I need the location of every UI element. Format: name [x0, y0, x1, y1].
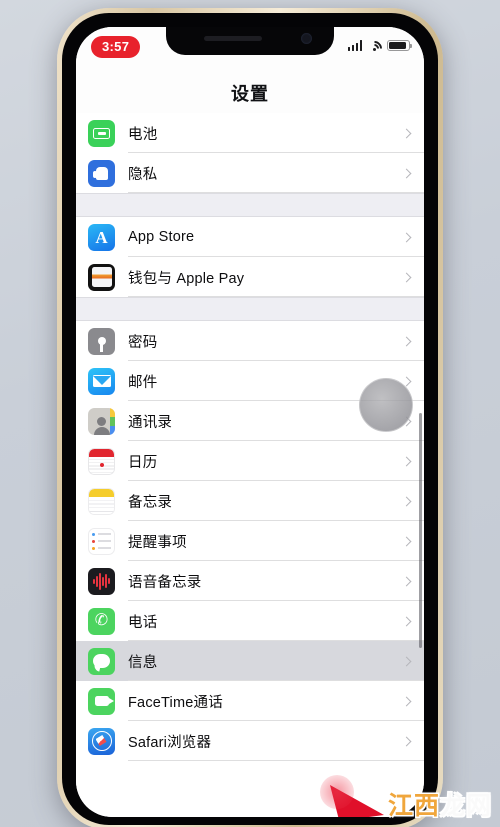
settings-row-label: FaceTime通话 — [128, 694, 223, 711]
safari-app-icon — [88, 727, 115, 755]
reminders-app-icon — [88, 527, 115, 555]
cursor-halo — [320, 775, 354, 809]
navigation-bar: 设置 — [76, 73, 424, 113]
chevron-right-icon — [401, 696, 412, 706]
chevron-right-icon — [401, 576, 412, 586]
passwords-app-icon — [88, 327, 115, 355]
chevron-right-icon — [401, 168, 412, 178]
section-gap — [76, 297, 424, 321]
calendar-app-icon — [88, 447, 115, 475]
cellular-signal-icon — [347, 40, 362, 51]
chevron-right-icon — [401, 496, 412, 506]
settings-row[interactable]: 备忘录 — [76, 481, 424, 521]
settings-row-label: 备忘录 — [128, 494, 173, 511]
watermark: 江西龙网 — [388, 794, 492, 819]
wallet-app-icon — [88, 263, 115, 291]
phone-app-icon: ✆ — [88, 607, 115, 635]
row-separator — [128, 296, 424, 297]
settings-row[interactable]: 提醒事项 — [76, 521, 424, 561]
settings-row[interactable]: ✆ 电话 — [76, 601, 424, 641]
touch-indicator — [359, 378, 413, 432]
chevron-right-icon — [401, 128, 412, 138]
chevron-right-icon — [401, 736, 412, 746]
facetime-app-icon — [88, 687, 115, 715]
page-title: 设置 — [231, 84, 269, 104]
status-bar-time: 3:57 — [91, 36, 141, 58]
settings-group: 电池 隐私 — [76, 113, 424, 193]
settings-row[interactable]: 密码 — [76, 321, 424, 361]
wifi-icon — [363, 37, 386, 60]
section-gap — [76, 193, 424, 217]
settings-row[interactable]: A App Store — [76, 217, 424, 257]
settings-row[interactable]: 钱包与 Apple Pay — [76, 257, 424, 297]
chevron-right-icon — [401, 656, 412, 666]
settings-row[interactable]: 信息 — [76, 641, 424, 681]
front-camera-icon — [301, 33, 312, 44]
notes-app-icon — [88, 487, 115, 515]
settings-row-label: 日历 — [128, 454, 158, 471]
settings-row[interactable]: 日历 — [76, 441, 424, 481]
chevron-right-icon — [401, 456, 412, 466]
status-bar: 3:57 — [76, 27, 424, 73]
row-separator — [128, 760, 424, 761]
messages-app-icon — [88, 647, 115, 675]
chevron-right-icon — [401, 616, 412, 626]
voice-memos-app-icon — [88, 567, 115, 595]
chevron-right-icon — [401, 232, 412, 242]
settings-row-label: 语音备忘录 — [128, 574, 202, 591]
settings-row-label: 邮件 — [128, 374, 158, 391]
settings-row-label: 密码 — [128, 334, 158, 351]
settings-row[interactable]: 电池 — [76, 113, 424, 153]
settings-row[interactable]: 语音备忘录 — [76, 561, 424, 601]
settings-row-label: 信息 — [128, 654, 158, 671]
settings-row[interactable]: FaceTime通话 — [76, 681, 424, 721]
watermark-text-primary: 江西 — [387, 792, 440, 820]
settings-row-label: 提醒事项 — [128, 534, 187, 551]
scrollbar-thumb[interactable] — [419, 413, 422, 648]
row-separator — [128, 192, 424, 193]
battery-icon — [387, 40, 413, 51]
settings-row[interactable]: Safari浏览器 — [76, 721, 424, 761]
chevron-right-icon — [401, 272, 412, 282]
phone-bezel: 3:57 设置 电池 隐私 A App Store 钱包与 Apple Pay 密码 邮件通… — [62, 13, 438, 825]
earpiece-speaker-icon — [204, 36, 262, 41]
settings-row[interactable]: 隐私 — [76, 153, 424, 193]
settings-row-label: 隐私 — [128, 166, 158, 183]
settings-row-label: App Store — [128, 229, 195, 245]
notch — [166, 27, 334, 55]
settings-row-label: 电话 — [128, 614, 158, 631]
mail-app-icon — [88, 367, 115, 395]
status-bar-indicators — [347, 37, 413, 60]
watermark-text-secondary: 龙网 — [439, 792, 492, 820]
contacts-app-icon — [88, 407, 115, 435]
chevron-right-icon — [401, 336, 412, 346]
settings-list[interactable]: 电池 隐私 A App Store 钱包与 Apple Pay 密码 邮件 通讯录 日历 备忘录提… — [76, 113, 424, 817]
settings-row-label: 电池 — [128, 126, 158, 143]
chevron-right-icon — [401, 536, 412, 546]
phone-frame: 3:57 设置 电池 隐私 A App Store 钱包与 Apple Pay 密码 邮件通… — [57, 8, 443, 827]
battery-app-icon — [88, 119, 115, 147]
settings-row-label: Safari浏览器 — [128, 734, 212, 751]
privacy-app-icon — [88, 159, 115, 187]
settings-group: A App Store 钱包与 Apple Pay — [76, 217, 424, 297]
settings-row-label: 钱包与 Apple Pay — [128, 270, 245, 287]
app-store-icon: A — [88, 223, 115, 251]
phone-screen: 3:57 设置 电池 隐私 A App Store 钱包与 Apple Pay 密码 邮件通… — [76, 27, 424, 817]
